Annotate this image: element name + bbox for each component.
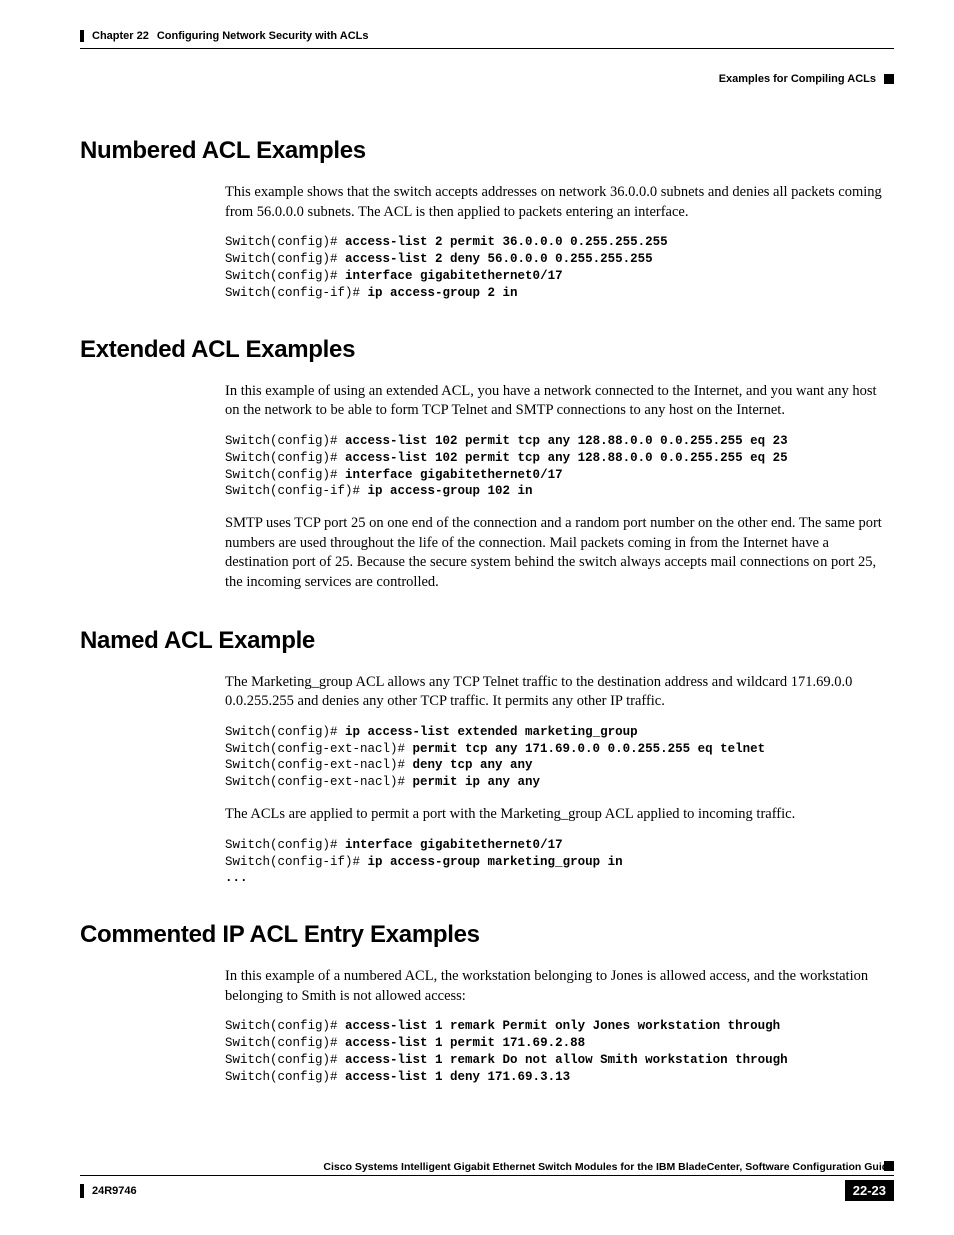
chapter-label: Chapter 22 (92, 30, 149, 42)
body-named-1: The Marketing_group ACL allows any TCP T… (225, 673, 884, 712)
footer-row: 24R9746 22-23 (80, 1180, 894, 1201)
section-commented: Commented IP ACL Entry Examples In this … (80, 921, 894, 1086)
header-rule-icon (80, 30, 84, 42)
heading-numbered: Numbered ACL Examples (80, 137, 894, 165)
page-footer: Cisco Systems Intelligent Gigabit Ethern… (80, 1161, 894, 1201)
body-commented: In this example of a numbered ACL, the w… (225, 967, 884, 1006)
heading-commented: Commented IP ACL Entry Examples (80, 921, 894, 949)
body-extended-2: SMTP uses TCP port 25 on one end of the … (225, 514, 884, 592)
footer-left: 24R9746 (80, 1184, 137, 1198)
para: The ACLs are applied to permit a port wi… (225, 805, 884, 825)
section-numbered: Numbered ACL Examples This example shows… (80, 137, 894, 302)
page-number-badge: 22-23 (845, 1180, 894, 1201)
square-icon (884, 74, 894, 84)
doc-number: 24R9746 (92, 1185, 137, 1197)
body-numbered: This example shows that the switch accep… (225, 183, 884, 222)
section-extended: Extended ACL Examples In this example of… (80, 336, 894, 593)
footer-guide-title: Cisco Systems Intelligent Gigabit Ethern… (80, 1161, 894, 1176)
heading-named: Named ACL Example (80, 627, 894, 655)
para: In this example of using an extended ACL… (225, 382, 884, 421)
header-section-label: Examples for Compiling ACLs (719, 73, 876, 85)
heading-extended: Extended ACL Examples (80, 336, 894, 364)
code-numbered: Switch(config)# access-list 2 permit 36.… (225, 234, 894, 302)
para: In this example of a numbered ACL, the w… (225, 967, 884, 1006)
code-named-1: Switch(config)# ip access-list extended … (225, 724, 894, 792)
para: This example shows that the switch accep… (225, 183, 884, 222)
code-commented: Switch(config)# access-list 1 remark Per… (225, 1018, 894, 1086)
header-right: Examples for Compiling ACLs (719, 73, 894, 85)
chapter-title: Configuring Network Security with ACLs (157, 30, 369, 42)
header-left: Chapter 22 Configuring Network Security … (80, 30, 369, 42)
header-divider (80, 48, 894, 49)
body-named-2: The ACLs are applied to permit a port wi… (225, 805, 884, 825)
body-extended-1: In this example of using an extended ACL… (225, 382, 884, 421)
page-header: Chapter 22 Configuring Network Security … (80, 30, 894, 42)
footer-bar-icon (80, 1184, 84, 1198)
section-named: Named ACL Example The Marketing_group AC… (80, 627, 894, 888)
para: The Marketing_group ACL allows any TCP T… (225, 673, 884, 712)
page: Chapter 22 Configuring Network Security … (0, 0, 954, 1235)
header-right-wrap: Examples for Compiling ACLs (80, 71, 894, 87)
code-extended: Switch(config)# access-list 102 permit t… (225, 433, 894, 501)
code-named-2: Switch(config)# interface gigabitetherne… (225, 837, 894, 888)
content: Numbered ACL Examples This example shows… (80, 137, 894, 1086)
para: SMTP uses TCP port 25 on one end of the … (225, 514, 884, 592)
